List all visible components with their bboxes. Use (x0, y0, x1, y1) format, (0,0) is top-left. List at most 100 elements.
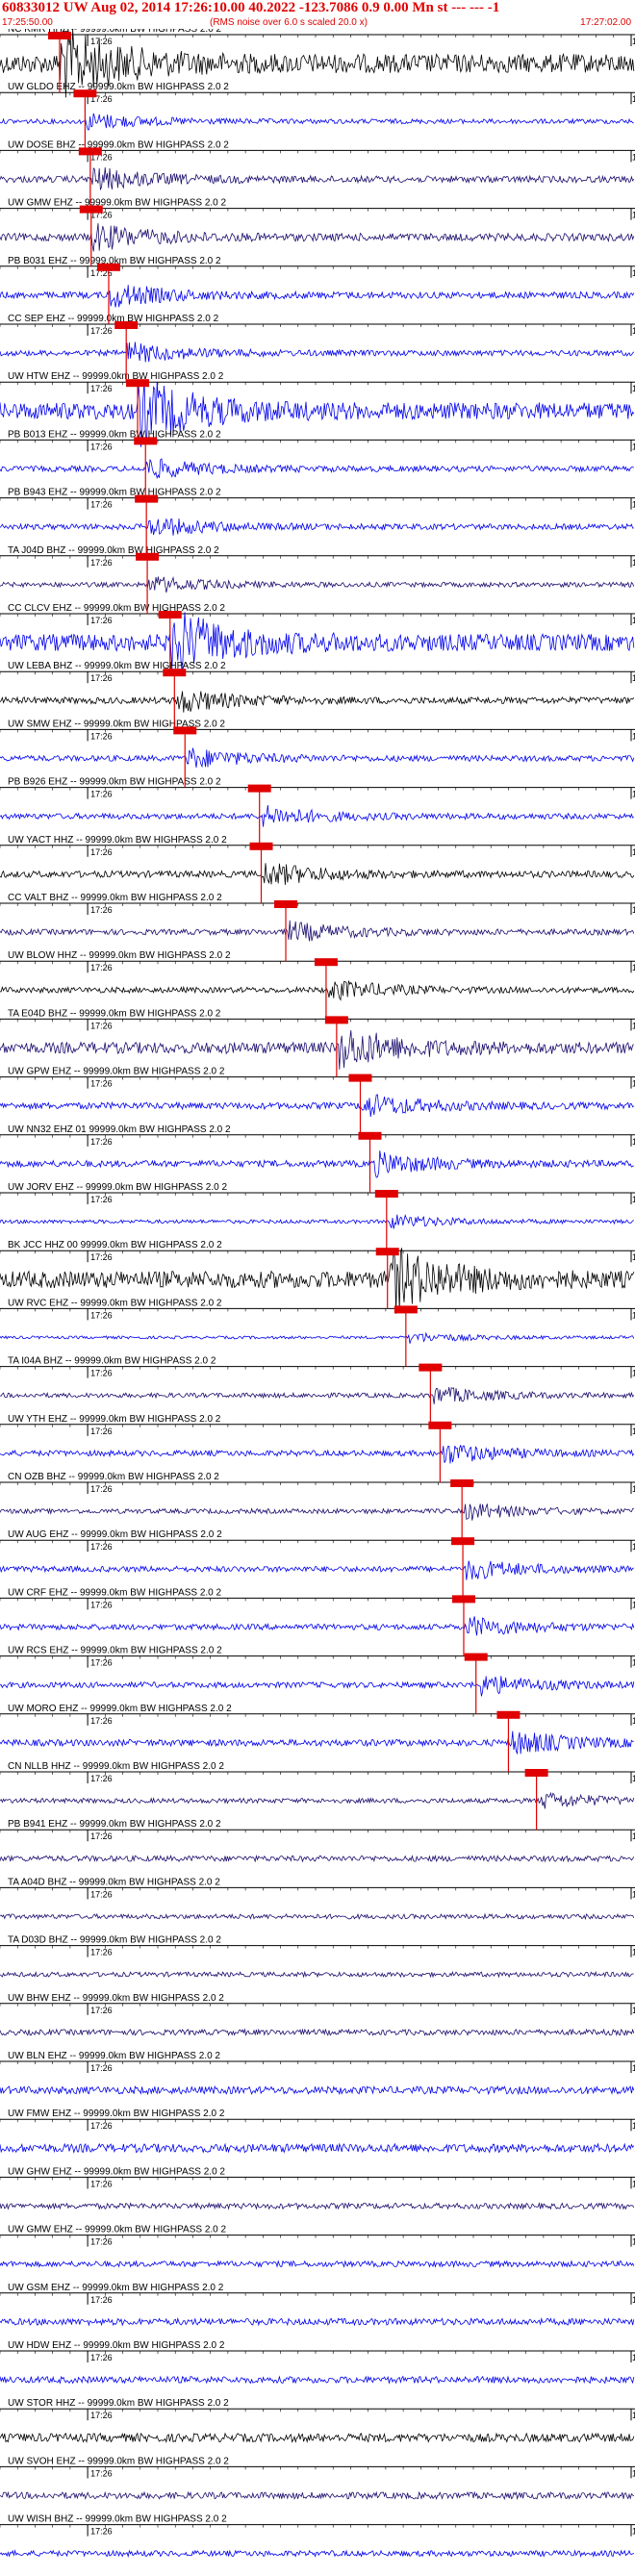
waveform-trace (0, 458, 635, 480)
pick-marker (96, 263, 120, 271)
trace-label: CN NLLB HHZ -- 99999.0km BW HIGHPASS 2.0… (8, 1761, 224, 1772)
waveform-trace (0, 2375, 635, 2385)
minute-tick-label: 17:26 (90, 2121, 113, 2131)
pick-marker (451, 1537, 475, 1546)
waveform-trace (0, 1150, 634, 1178)
waveform-trace (0, 2028, 635, 2037)
waveform-trace (0, 1331, 635, 1344)
minute-tick-label: 17:26 (90, 1252, 113, 1262)
minute-tick-label: 17:26 (90, 2295, 113, 2305)
waveform-trace (0, 980, 635, 1001)
waveform-trace (0, 1030, 635, 1070)
waveform-trace (0, 1676, 635, 1697)
minute-tick-label: 17:26 (90, 2237, 113, 2247)
trace-label: UW GMW EHZ -- 99999.0km BW HIGHPASS 2.0 … (8, 198, 227, 209)
trace-label: UW YTH EHZ -- 99999.0km BW HIGHPASS 2.0 … (8, 1414, 221, 1425)
minute-tick-label: 17:26 (90, 1310, 113, 1320)
pick-marker (374, 1190, 398, 1198)
pick-marker (314, 958, 338, 967)
trace-label: UW RCS EHZ -- 99999.0km BW HIGHPASS 2.0 … (8, 1646, 222, 1656)
minute-tick-label: 17:26 (90, 1427, 113, 1436)
pick-marker (375, 1248, 399, 1256)
minute-tick-label: 17:26 (90, 1484, 113, 1494)
trace-label: TA E04D BHZ -- 99999.0km BW HIGHPASS 2.0… (8, 1008, 221, 1019)
trace-label: UW BHW EHZ -- 99999.0km BW HIGHPASS 2.0 … (8, 1993, 224, 2004)
pick-marker (47, 32, 71, 39)
waveform-trace (0, 1616, 635, 1636)
trace-label: PB B941 EHZ -- 99999.0km BW HIGHPASS 2.0… (8, 1819, 221, 1830)
trace-label: UW HTW EHZ -- 99999.0km BW HIGHPASS 2.0 … (8, 371, 224, 382)
minute-tick-label: 17:26 (90, 384, 113, 393)
pick-marker (163, 669, 187, 677)
waveform-trace (0, 1214, 634, 1229)
waveform-trace (0, 223, 635, 252)
trace-label: UW HDW EHZ -- 99999.0km BW HIGHPASS 2.0 … (8, 2340, 225, 2351)
waveform-trace (0, 1791, 635, 1809)
minute-tick-label: 17:26 (90, 2527, 113, 2537)
minute-tick-label: 17:26 (90, 1831, 113, 1841)
trace-label: UW AUG EHZ -- 99999.0km BW HIGHPASS 2.0 … (8, 1529, 222, 1540)
trace-label: BK JCC HHZ 00 99999.0km BW HIGHPASS 2.0 … (8, 1240, 222, 1250)
minute-tick-label: 17:26 (90, 2006, 113, 2015)
waveform-trace (0, 863, 635, 885)
rms-note: (RMS noise over 6.0 s scaled 20.0 x) (210, 17, 368, 28)
minute-tick-label: 17:26 (90, 1195, 113, 1204)
pick-marker (249, 842, 273, 850)
minute-tick-label: 17:26 (90, 1716, 113, 1726)
minute-tick-label: 17:26 (90, 442, 113, 451)
waveform-trace (0, 2432, 635, 2444)
trace-label: UW FMW EHZ -- 99999.0km BW HIGHPASS 2.0 … (8, 2109, 225, 2119)
waveform-trace (0, 691, 635, 713)
waveform-trace (0, 576, 635, 593)
trace-label: TA A04D BHZ -- 99999.0km BW HIGHPASS 2.0… (8, 1877, 220, 1887)
minute-tick-label: 17:26 (90, 847, 113, 857)
minute-tick-label: 17:26 (90, 1889, 113, 1899)
waveform-trace (0, 2317, 635, 2327)
pick-marker (173, 726, 197, 735)
trace-label: UW GPW EHZ -- 99999.0km BW HIGHPASS 2.0 … (8, 1067, 225, 1077)
waveform-trace (0, 518, 634, 536)
waveform-trace (0, 1503, 634, 1521)
trace-label: UW STOR HHZ -- 99999.0km BW HIGHPASS 2.0… (8, 2398, 229, 2409)
pick-marker (134, 437, 158, 445)
pick-marker (419, 1363, 443, 1372)
trace-label: UW JORV EHZ -- 99999.0km BW HIGHPASS 2.0… (8, 1182, 227, 1193)
minute-tick-label: 17:26 (90, 673, 113, 683)
minute-tick-label: 17:26 (90, 790, 113, 799)
trace-label: UW BLN EHZ -- 99999.0km BW HIGHPASS 2.0 … (8, 2051, 220, 2061)
minute-tick-label: 17:26 (90, 2353, 113, 2362)
waveform-trace (0, 920, 635, 942)
waveform-trace (0, 285, 635, 308)
waveform-trace (0, 2084, 635, 2096)
trace-label: CC VALT BHZ -- 99999.0km BW HIGHPASS 2.0… (8, 893, 222, 903)
waveform-trace (0, 2260, 635, 2268)
event-title: 60833012 UW Aug 02, 2014 17:26:10.00 40.… (2, 0, 500, 15)
pick-marker (394, 1305, 418, 1314)
minute-tick-label: 17:26 (90, 1137, 113, 1147)
trace-label: UW SVOH EHZ -- 99999.0km BW HIGHPASS 2.0… (8, 2456, 229, 2466)
pick-marker (464, 1653, 488, 1661)
minute-tick-label: 17:26 (90, 2063, 113, 2073)
trace-label: UW GMW EHZ -- 99999.0km BW HIGHPASS 2.0 … (8, 2225, 227, 2235)
trace-label: CC CLCV EHZ -- 99999.0km BW HIGHPASS 2.0… (8, 603, 225, 614)
waveform-trace (0, 1387, 635, 1404)
pick-marker (428, 1421, 452, 1429)
waveform-trace (0, 1854, 635, 1863)
seismogram-plot: 17:261717:261717:261717:261717:261717:26… (0, 29, 635, 2559)
trace-label: UW NN32 EHZ 01 99999.0km BW HIGHPASS 2.0… (8, 1124, 231, 1135)
pick-marker (524, 1769, 548, 1777)
waveform-trace (0, 2142, 635, 2155)
trace-label: TA D03D BHZ -- 99999.0km BW HIGHPASS 2.0… (8, 1935, 221, 1946)
waveform-trace (0, 1560, 634, 1580)
trace-label: TA I04A BHZ -- 99999.0km BW HIGHPASS 2.0… (8, 1356, 216, 1367)
trace-label: UW BLOW HHZ -- 99999.0km BW HIGHPASS 2.0… (8, 950, 231, 961)
waveform-trace (0, 113, 634, 131)
minute-tick-label: 17:26 (90, 905, 113, 915)
waveform-trace (0, 2549, 634, 2559)
trace-label: UW RVC EHZ -- 99999.0km BW HIGHPASS 2.0 … (8, 1298, 222, 1308)
pick-marker (79, 205, 103, 214)
pick-marker (126, 379, 150, 388)
waveform-trace (0, 1912, 635, 1921)
minute-tick-label: 17:26 (90, 616, 113, 625)
pick-marker (247, 784, 271, 793)
